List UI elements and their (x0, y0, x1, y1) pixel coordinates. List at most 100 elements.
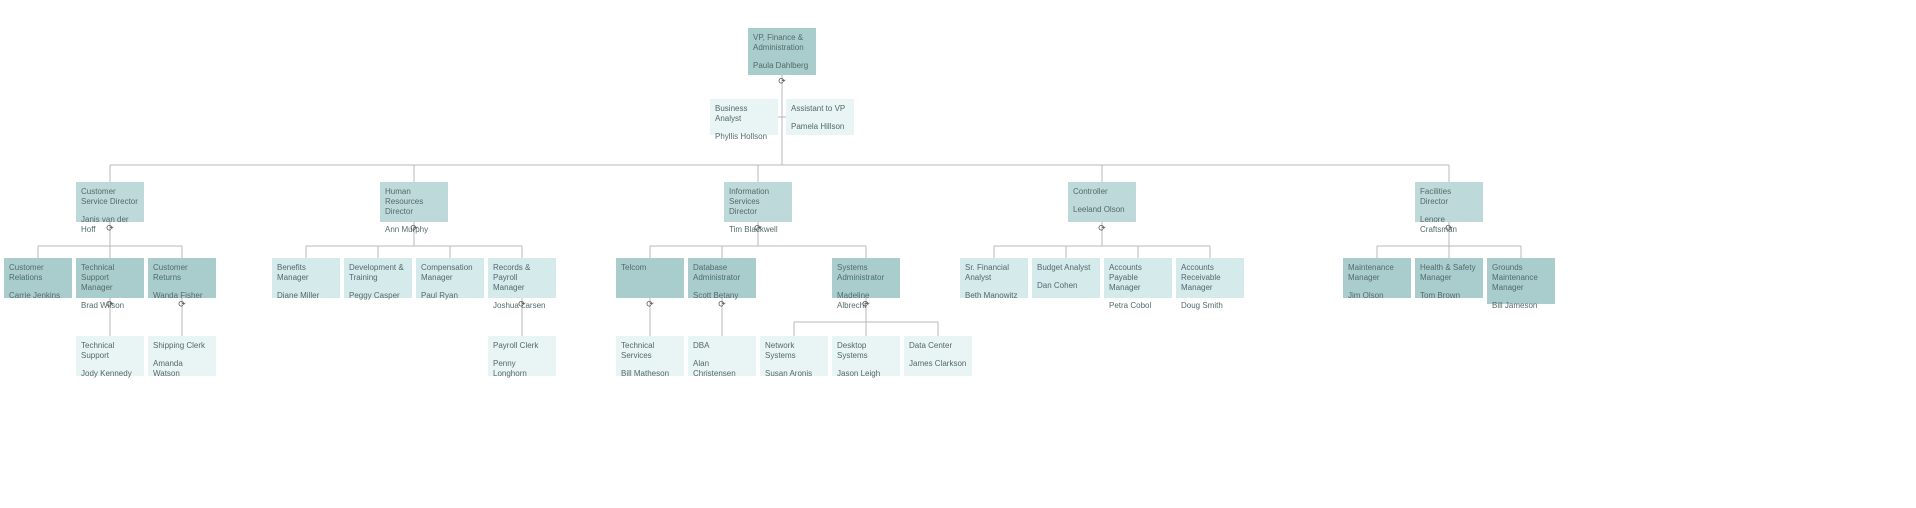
org-node-name: Carrie Jenkins (9, 291, 67, 301)
expand-icon[interactable]: ⟳ (778, 76, 786, 87)
expand-icon[interactable]: ⟳ (862, 299, 870, 310)
org-node-name: Bill Matheson (621, 369, 679, 379)
org-node-tech-support-mgr[interactable]: Technical Support Manager Brad Wilson (76, 258, 144, 298)
org-node-payroll-clerk[interactable]: Payroll Clerk Penny Longhorn (488, 336, 556, 376)
expand-icon[interactable]: ⟳ (410, 223, 418, 234)
org-node-name: Diane Miller (277, 291, 335, 301)
org-node-name: Dan Cohen (1037, 281, 1095, 291)
expand-icon[interactable]: ⟳ (106, 299, 114, 310)
org-node-grounds-maintenance-mgr[interactable]: Grounds Maintenance Manager Bill Jameson (1487, 258, 1555, 304)
org-node-title: Technical Support Manager (81, 263, 139, 293)
org-node-shipping-clerk[interactable]: Shipping Clerk Amanda Watson (148, 336, 216, 376)
org-node-maintenance-mgr[interactable]: Maintenance Manager Jim Olson (1343, 258, 1411, 298)
org-node-title: Customer Service Director (81, 187, 139, 207)
org-node-sr-financial-analyst[interactable]: Sr. Financial Analyst Beth Manowitz (960, 258, 1028, 298)
org-node-name: Jody Kennedy (81, 369, 139, 379)
org-node-database-admin[interactable]: Database Administrator Scott Betany (688, 258, 756, 298)
org-node-title: Human Resources Director (385, 187, 443, 217)
org-node-budget-analyst[interactable]: Budget Analyst Dan Cohen (1032, 258, 1100, 298)
expand-icon[interactable]: ⟳ (646, 299, 654, 310)
org-node-name: Pamela Hillson (791, 122, 849, 132)
org-node-title: Grounds Maintenance Manager (1492, 263, 1550, 293)
org-node-title: Budget Analyst (1037, 263, 1095, 273)
org-node-title: Benefits Manager (277, 263, 335, 283)
org-node-telcom[interactable]: Telcom (616, 258, 684, 298)
org-node-title: Network Systems (765, 341, 823, 361)
org-node-dev-training[interactable]: Development & Training Peggy Casper (344, 258, 412, 298)
org-node-title: Assistant to VP (791, 104, 849, 114)
org-node-title: Compensation Manager (421, 263, 479, 283)
org-node-title: Customer Relations (9, 263, 67, 283)
org-node-facilities-director[interactable]: Facilities Director Lenore Craftsman (1415, 182, 1483, 222)
org-node-controller[interactable]: Controller Leeland Olson (1068, 182, 1136, 222)
org-node-title: Data Center (909, 341, 967, 351)
org-node-title: Payroll Clerk (493, 341, 551, 351)
org-node-title: Information Services Director (729, 187, 787, 217)
org-node-is-director[interactable]: Information Services Director Tim Blackw… (724, 182, 792, 222)
org-node-business-analyst[interactable]: Business Analyst Phyllis Hollson (710, 99, 778, 135)
org-node-data-center[interactable]: Data Center James Clarkson (904, 336, 972, 376)
org-node-customer-returns[interactable]: Customer Returns Wanda Fisher (148, 258, 216, 298)
org-node-name: Doug Smith (1181, 301, 1239, 311)
org-node-network-systems[interactable]: Network Systems Susan Aronis (760, 336, 828, 376)
org-node-title: Customer Returns (153, 263, 211, 283)
org-chart-connectors (0, 0, 1916, 508)
org-node-name: Susan Aronis (765, 369, 823, 379)
org-node-name: James Clarkson (909, 359, 967, 369)
org-node-benefits-mgr[interactable]: Benefits Manager Diane Miller (272, 258, 340, 298)
org-node-assistant-vp[interactable]: Assistant to VP Pamela Hillson (786, 99, 854, 135)
expand-icon[interactable]: ⟳ (1098, 223, 1106, 234)
org-node-vp[interactable]: VP, Finance & Administration Paula Dahlb… (748, 28, 816, 75)
org-node-tech-support[interactable]: Technical Support Jody Kennedy (76, 336, 144, 376)
expand-icon[interactable]: ⟳ (178, 299, 186, 310)
org-node-customer-service-director[interactable]: Customer Service Director Janis van der … (76, 182, 144, 222)
org-node-name: Paula Dahlberg (753, 61, 811, 71)
org-node-name: Paul Ryan (421, 291, 479, 301)
org-node-name: Peggy Casper (349, 291, 407, 301)
org-node-title: Controller (1073, 187, 1131, 197)
org-node-customer-relations[interactable]: Customer Relations Carrie Jenkins (4, 258, 72, 298)
org-node-title: Health & Safety Manager (1420, 263, 1478, 283)
expand-icon[interactable]: ⟳ (106, 223, 114, 234)
org-node-name: Leeland Olson (1073, 205, 1131, 215)
org-node-title: Records & Payroll Manager (493, 263, 551, 293)
org-node-title: Accounts Receivable Manager (1181, 263, 1239, 293)
org-node-title: Maintenance Manager (1348, 263, 1406, 283)
org-node-title: Sr. Financial Analyst (965, 263, 1023, 283)
org-node-name: Petra Cobol (1109, 301, 1167, 311)
org-node-title: DBA (693, 341, 751, 351)
org-node-name: Alan Christensen (693, 359, 751, 379)
org-node-name: Amanda Watson (153, 359, 211, 379)
org-node-health-safety-mgr[interactable]: Health & Safety Manager Tom Brown (1415, 258, 1483, 298)
org-node-desktop-systems[interactable]: Desktop Systems Jason Leigh (832, 336, 900, 376)
expand-icon[interactable]: ⟳ (1445, 223, 1453, 234)
org-node-systems-admin[interactable]: Systems Administrator Madeline Albrecht (832, 258, 900, 298)
expand-icon[interactable]: ⟳ (754, 223, 762, 234)
org-node-compensation-mgr[interactable]: Compensation Manager Paul Ryan (416, 258, 484, 298)
org-node-title: Desktop Systems (837, 341, 895, 361)
org-node-hr-director[interactable]: Human Resources Director Ann Murphy (380, 182, 448, 222)
org-node-title: Technical Support (81, 341, 139, 361)
org-node-name: Jason Leigh (837, 369, 895, 379)
org-node-name: Bill Jameson (1492, 301, 1550, 311)
org-node-name: Jim Olson (1348, 291, 1406, 301)
org-node-accounts-receivable-mgr[interactable]: Accounts Receivable Manager Doug Smith (1176, 258, 1244, 298)
org-node-title: Systems Administrator (837, 263, 895, 283)
org-node-name: Beth Manowitz (965, 291, 1023, 301)
org-node-title: Development & Training (349, 263, 407, 283)
org-node-title: Technical Services (621, 341, 679, 361)
org-node-title: VP, Finance & Administration (753, 33, 811, 53)
expand-icon[interactable]: ⟳ (718, 299, 726, 310)
org-node-records-payroll-mgr[interactable]: Records & Payroll Manager Joshua Larsen (488, 258, 556, 298)
org-node-name: Phyllis Hollson (715, 132, 773, 142)
expand-icon[interactable]: ⟳ (518, 299, 526, 310)
org-node-name: Tom Brown (1420, 291, 1478, 301)
org-node-name: Penny Longhorn (493, 359, 551, 379)
org-node-dba[interactable]: DBA Alan Christensen (688, 336, 756, 376)
org-node-title: Facilities Director (1420, 187, 1478, 207)
org-node-technical-services[interactable]: Technical Services Bill Matheson (616, 336, 684, 376)
org-node-title: Accounts Payable Manager (1109, 263, 1167, 293)
org-node-accounts-payable-mgr[interactable]: Accounts Payable Manager Petra Cobol (1104, 258, 1172, 298)
org-node-title: Telcom (621, 263, 679, 273)
org-node-title: Business Analyst (715, 104, 773, 124)
